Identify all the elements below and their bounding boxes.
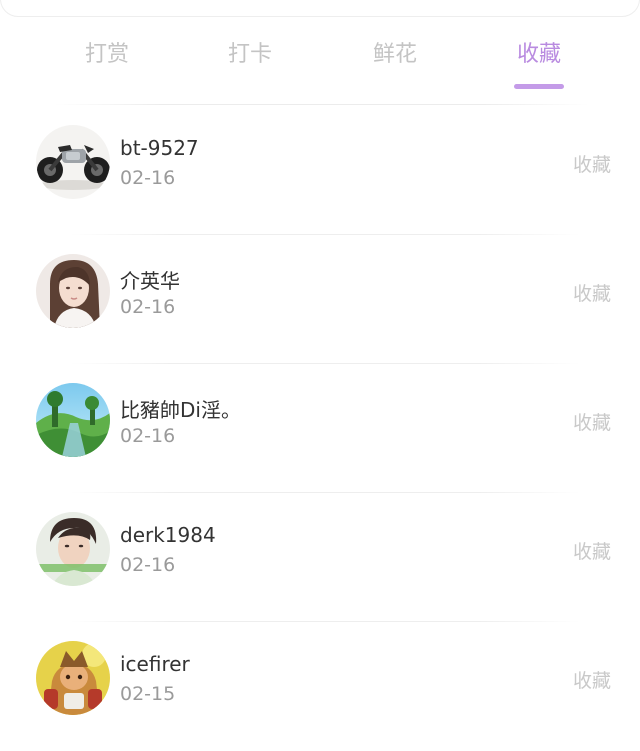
girl-portrait-avatar-image xyxy=(36,254,110,328)
user-name: bt-9527 xyxy=(120,136,199,160)
favorite-button[interactable]: 收藏 xyxy=(573,408,611,435)
list-item[interactable]: derk1984 02-16 收藏 xyxy=(0,493,640,622)
motorcycle-avatar-image xyxy=(36,125,110,199)
tab-bar: 打赏 打卡 鲜花 收藏 xyxy=(0,30,640,89)
tab-flowers[interactable]: 鲜花 xyxy=(345,36,445,68)
user-name: derk1984 xyxy=(120,523,216,547)
user-name: 比豬帥Di淫。 xyxy=(120,398,241,422)
landscape-avatar-image xyxy=(36,383,110,457)
avatar[interactable] xyxy=(36,383,110,457)
date-label: 02-16 xyxy=(120,296,176,318)
tab-divider xyxy=(55,104,590,105)
man-portrait-avatar-image xyxy=(36,512,110,586)
date-label: 02-16 xyxy=(120,425,176,447)
game-character-avatar-image xyxy=(36,641,110,715)
avatar[interactable] xyxy=(36,641,110,715)
favorite-button[interactable]: 收藏 xyxy=(573,150,611,177)
avatar[interactable] xyxy=(36,254,110,328)
favorite-button[interactable]: 收藏 xyxy=(573,537,611,564)
favorite-button[interactable]: 收藏 xyxy=(573,279,611,306)
date-label: 02-16 xyxy=(120,554,176,576)
active-tab-indicator xyxy=(514,84,564,89)
tab-checkin[interactable]: 打卡 xyxy=(200,36,300,68)
tab-favorites[interactable]: 收藏 xyxy=(489,36,589,89)
avatar[interactable] xyxy=(36,512,110,586)
list-item[interactable]: icefirer 02-15 收藏 xyxy=(0,622,640,751)
date-label: 02-15 xyxy=(120,683,176,705)
list-item[interactable]: 介英华 02-16 收藏 xyxy=(0,235,640,364)
avatar[interactable] xyxy=(36,125,110,199)
top-card xyxy=(0,0,640,17)
user-name: 介英华 xyxy=(120,269,180,293)
favorites-list: bt-9527 02-16 收藏 介英华 02-16 收藏 比豬帥Di淫。 02… xyxy=(0,106,640,751)
list-item[interactable]: bt-9527 02-16 收藏 xyxy=(0,106,640,235)
list-item[interactable]: 比豬帥Di淫。 02-16 收藏 xyxy=(0,364,640,493)
tab-favorites-label: 收藏 xyxy=(516,42,561,67)
favorite-button[interactable]: 收藏 xyxy=(573,666,611,693)
date-label: 02-16 xyxy=(120,167,176,189)
tab-reward[interactable]: 打赏 xyxy=(57,36,157,68)
user-name: icefirer xyxy=(120,652,190,676)
